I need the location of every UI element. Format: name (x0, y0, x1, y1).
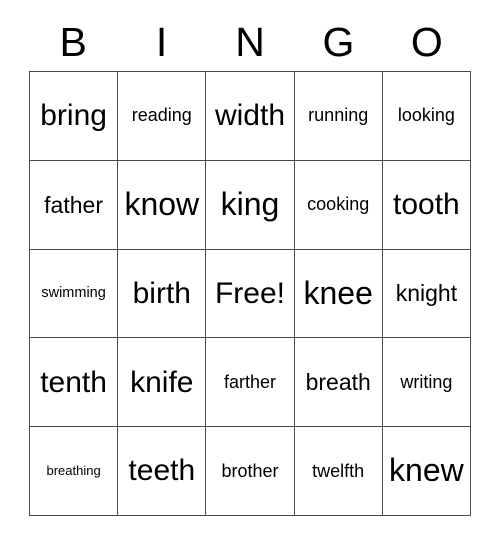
bingo-cell-label: knight (395, 280, 458, 307)
bingo-cell[interactable]: birth (118, 249, 207, 339)
bingo-cell-free-space[interactable]: Free! (206, 249, 295, 339)
bingo-cell-label: width (214, 99, 286, 133)
bingo-cell[interactable]: breath (294, 338, 383, 428)
bingo-cell[interactable]: farther (206, 338, 295, 428)
header-letter-n: N (235, 19, 265, 65)
bingo-cell-label: swimming (41, 284, 106, 301)
bingo-cell[interactable]: bring (30, 72, 119, 161)
bingo-cell[interactable]: tooth (382, 160, 471, 250)
bingo-cell-label: father (44, 191, 103, 218)
bingo-free-space-label: Free! (214, 276, 285, 310)
bingo-cell-label: reading (131, 105, 192, 126)
bingo-cell-label: knife (130, 365, 194, 399)
bingo-cell[interactable]: swimming (30, 249, 119, 339)
bingo-cell[interactable]: father (30, 160, 119, 250)
bingo-cell[interactable]: brother (206, 427, 295, 516)
bingo-cell-label: teeth (128, 454, 196, 488)
bingo-cell-label: knee (303, 274, 373, 311)
bingo-cell[interactable]: king (206, 160, 295, 250)
bingo-cell[interactable]: knee (294, 249, 383, 339)
header-letter-b: B (59, 19, 87, 65)
bingo-cell[interactable]: tenth (30, 338, 119, 428)
bingo-cell[interactable]: breathing (30, 427, 119, 516)
header-letter-o: O (410, 19, 443, 65)
bingo-cell[interactable]: running (294, 72, 383, 161)
bingo-header: B I N G O (29, 14, 471, 71)
bingo-cell-label: birth (132, 276, 191, 310)
bingo-cell[interactable]: writing (382, 338, 471, 428)
bingo-cell-label: brother (221, 460, 279, 481)
header-letter-i: I (155, 19, 168, 65)
bingo-cell[interactable]: knight (382, 249, 471, 339)
bingo-cell-label: farther (223, 371, 276, 392)
bingo-cell[interactable]: teeth (118, 427, 207, 516)
bingo-card: B I N G O bring reading width running lo… (0, 0, 500, 544)
bingo-cell-label: breath (305, 369, 371, 396)
bingo-cell-label: cooking (307, 194, 370, 215)
bingo-cell-label: writing (400, 371, 453, 392)
bingo-cell-label: looking (397, 105, 455, 126)
bingo-cell-label: running (308, 105, 369, 126)
header-letter-g: G (322, 19, 355, 65)
bingo-cell[interactable]: reading (118, 72, 207, 161)
bingo-cell-label: tooth (393, 187, 460, 221)
bingo-grid: bring reading width running looking fath… (29, 71, 471, 516)
bingo-cell[interactable]: cooking (294, 160, 383, 250)
bingo-cell-label: tenth (40, 365, 107, 399)
bingo-cell-label: knew (389, 452, 464, 489)
bingo-cell[interactable]: knife (118, 338, 207, 428)
bingo-cell-label: twelfth (312, 460, 365, 481)
bingo-cell-label: king (220, 185, 280, 222)
bingo-cell[interactable]: width (206, 72, 295, 161)
bingo-cell[interactable]: looking (382, 72, 471, 161)
bingo-cell[interactable]: knew (382, 427, 471, 516)
bingo-cell[interactable]: know (118, 160, 207, 250)
bingo-cell[interactable]: twelfth (294, 427, 383, 516)
bingo-cell-label: bring (40, 99, 107, 133)
bingo-cell-label: know (124, 185, 200, 222)
bingo-cell-label: breathing (46, 463, 101, 479)
